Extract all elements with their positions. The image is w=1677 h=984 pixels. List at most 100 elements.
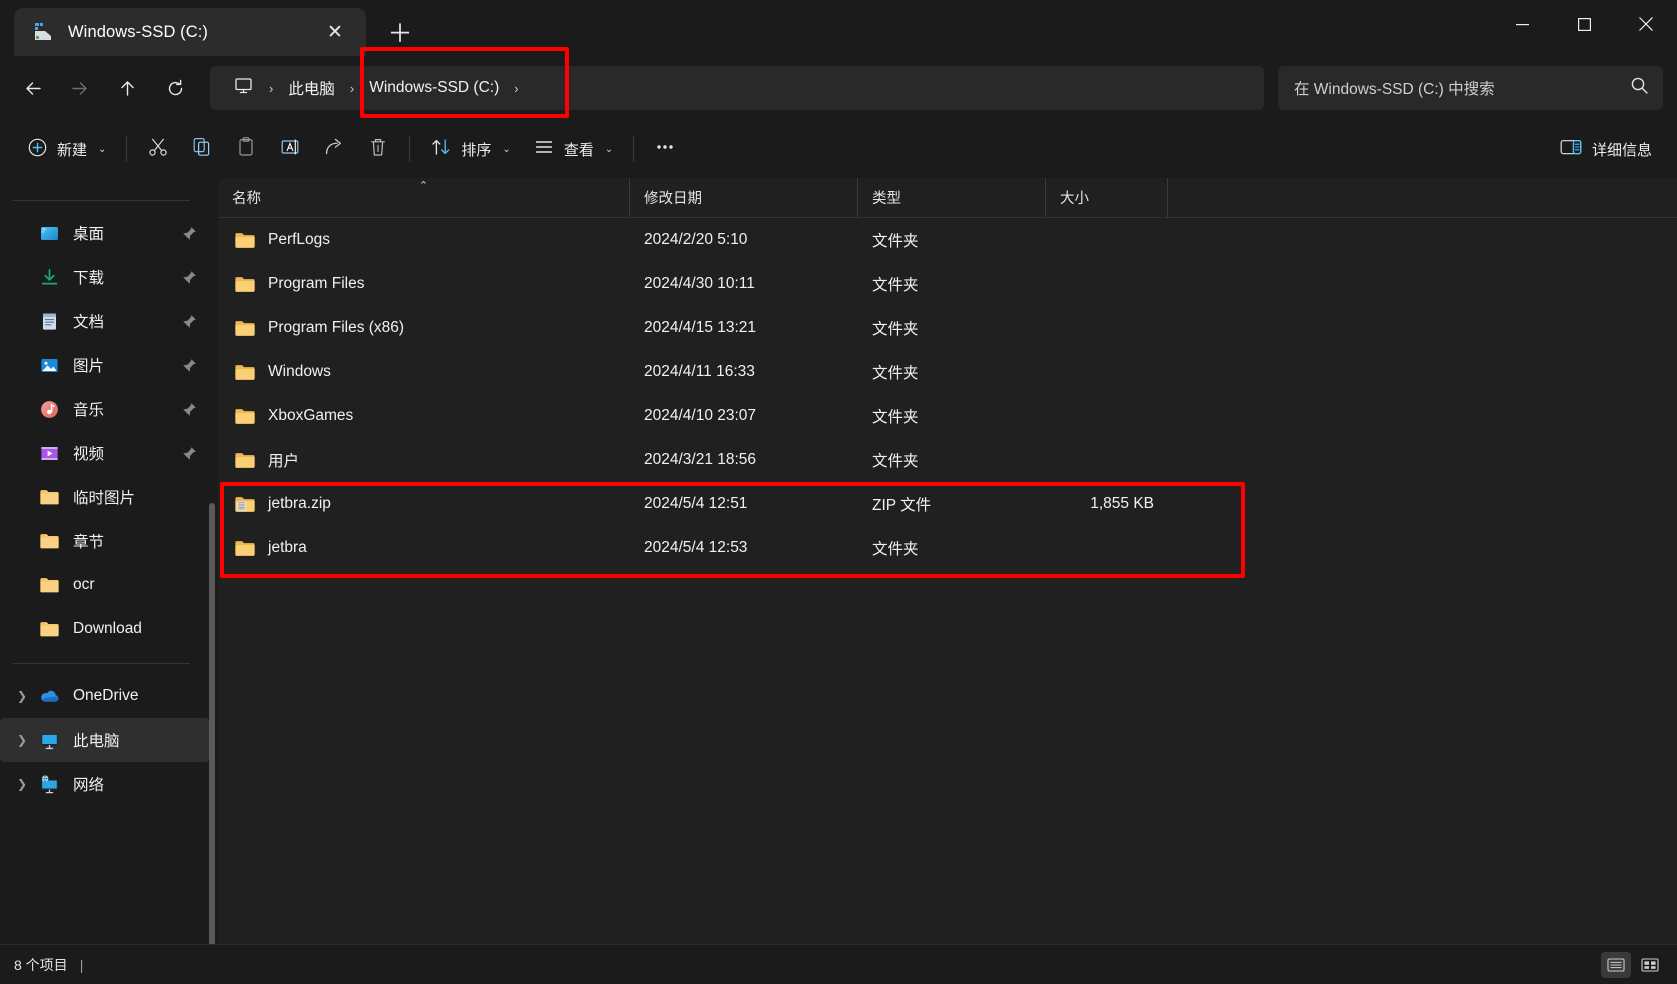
sidebar-item-label: 下载: [73, 270, 105, 287]
sidebar-item-label: 图片: [73, 358, 105, 375]
share-button[interactable]: [312, 129, 356, 169]
chevron-right-icon: ›: [8, 490, 36, 504]
file-name: Program Files: [268, 275, 365, 292]
table-row[interactable]: jetbra 2024/5/4 12:53 文件夹: [218, 526, 1677, 570]
navigation-bar: › 此电脑 › Windows-SSD (C:) › 在 Windows-SSD…: [0, 47, 1677, 120]
title-bar: Windows-SSD (C:) ✕ ＋: [0, 0, 1677, 56]
table-row[interactable]: 用户 2024/3/21 18:56 文件夹: [218, 438, 1677, 482]
column-header-name[interactable]: ⌃ 名称: [218, 177, 630, 218]
large-icons-view-toggle[interactable]: [1635, 952, 1665, 978]
sidebar-item-label: 章节: [73, 534, 105, 551]
table-row[interactable]: XboxGames 2024/4/10 23:07 文件夹: [218, 394, 1677, 438]
view-icon: [533, 136, 555, 162]
file-size: 1,855 KB: [1090, 495, 1154, 512]
sidebar-item-music[interactable]: › 音乐: [0, 387, 210, 431]
breadcrumb-this-pc[interactable]: 此电脑: [279, 71, 344, 105]
table-row[interactable]: Program Files 2024/4/30 10:11 文件夹: [218, 262, 1677, 306]
column-header-size[interactable]: 大小: [1046, 177, 1168, 218]
sidebar-scrollbar[interactable]: [209, 503, 215, 944]
more-options-button[interactable]: [643, 129, 687, 169]
close-icon[interactable]: ✕: [318, 15, 352, 49]
sidebar-item-label: ocr: [73, 576, 95, 593]
up-button[interactable]: [104, 68, 150, 108]
sidebar-item-network[interactable]: ❯ 网络: [0, 762, 210, 806]
sidebar-item-pictures[interactable]: › 图片: [0, 343, 210, 387]
sidebar-item-desktop[interactable]: › 桌面: [0, 211, 210, 255]
file-name-cell: Windows: [218, 363, 630, 382]
pin-icon[interactable]: [178, 402, 200, 417]
table-row[interactable]: PerfLogs 2024/2/20 5:10 文件夹: [218, 218, 1677, 262]
sidebar-item-temp-pictures[interactable]: › 临时图片: [0, 475, 210, 519]
pin-icon[interactable]: [178, 358, 200, 373]
chevron-right-icon[interactable]: ❯: [8, 689, 36, 703]
chevron-right-icon[interactable]: ❯: [8, 733, 36, 747]
file-type: 文件夹: [872, 233, 919, 250]
paste-button[interactable]: [224, 129, 268, 169]
file-rows: PerfLogs 2024/2/20 5:10 文件夹 Program File…: [218, 218, 1677, 944]
folder-icon: [234, 363, 256, 382]
sidebar-divider-bottom: [12, 663, 190, 664]
refresh-button[interactable]: [152, 68, 198, 108]
new-tab-button[interactable]: ＋: [380, 12, 420, 52]
trash-icon: [367, 136, 389, 162]
file-date: 2024/5/4 12:51: [644, 495, 748, 512]
share-icon: [323, 136, 345, 162]
pin-icon[interactable]: [178, 226, 200, 241]
sidebar-item-chapters[interactable]: › 章节: [0, 519, 210, 563]
pin-icon[interactable]: [178, 314, 200, 329]
back-button[interactable]: [10, 68, 56, 108]
plus-circle-icon: [27, 137, 48, 162]
sidebar-item-documents[interactable]: › 文档: [0, 299, 210, 343]
table-row[interactable]: jetbra.zip 2024/5/4 12:51 ZIP 文件 1,855 K…: [218, 482, 1677, 526]
view-button[interactable]: 查看 ⌄: [522, 129, 624, 169]
cut-button[interactable]: [136, 129, 180, 169]
file-name-cell: 用户: [218, 449, 630, 471]
address-bar[interactable]: › 此电脑 › Windows-SSD (C:) ›: [210, 47, 1264, 118]
minimize-button[interactable]: [1491, 0, 1553, 48]
details-view-toggle[interactable]: [1601, 951, 1631, 978]
sidebar-item-download[interactable]: › Download: [0, 607, 210, 651]
pin-icon[interactable]: [178, 270, 200, 285]
ellipsis-icon: [654, 136, 676, 162]
column-header-type[interactable]: 类型: [858, 177, 1046, 218]
search-box[interactable]: 在 Windows-SSD (C:) 中搜索: [1278, 66, 1663, 110]
details-pane-button[interactable]: 详细信息: [1548, 129, 1663, 169]
sidebar-item-downloads[interactable]: › 下载: [0, 255, 210, 299]
this-pc-icon: [36, 728, 62, 752]
file-name-cell: PerfLogs: [218, 231, 630, 250]
tab-windows-ssd[interactable]: Windows-SSD (C:) ✕: [14, 8, 366, 56]
file-name-cell: jetbra.zip: [218, 495, 630, 514]
file-date: 2024/2/20 5:10: [644, 231, 748, 248]
rename-icon: [279, 136, 301, 162]
sidebar-item-label: OneDrive: [73, 687, 139, 704]
copy-button[interactable]: [180, 129, 224, 169]
folder-icon: [36, 573, 62, 597]
forward-button[interactable]: [56, 68, 102, 108]
rename-button[interactable]: [268, 129, 312, 169]
sidebar-item-label: 网络: [73, 777, 105, 794]
column-header-date[interactable]: 修改日期: [630, 177, 858, 218]
copy-icon: [191, 136, 213, 162]
pin-icon[interactable]: [178, 446, 200, 461]
table-row[interactable]: Windows 2024/4/11 16:33 文件夹: [218, 350, 1677, 394]
close-window-button[interactable]: [1615, 0, 1677, 48]
file-date: 2024/4/11 16:33: [644, 363, 755, 380]
sidebar-item-this-pc[interactable]: ❯ 此电脑: [0, 718, 210, 762]
delete-button[interactable]: [356, 129, 400, 169]
table-row[interactable]: Program Files (x86) 2024/4/15 13:21 文件夹: [218, 306, 1677, 350]
chevron-right-icon[interactable]: ❯: [8, 777, 36, 791]
sidebar-item-label: Download: [73, 620, 142, 637]
search-icon[interactable]: [1630, 76, 1649, 100]
breadcrumb-root[interactable]: [224, 71, 263, 105]
maximize-button[interactable]: [1553, 0, 1615, 48]
view-button-label: 查看: [563, 141, 594, 159]
sort-button[interactable]: 排序 ⌄: [419, 129, 521, 169]
folder-icon: [234, 319, 256, 338]
breadcrumb-windows-ssd[interactable]: Windows-SSD (C:): [360, 47, 570, 118]
search-input[interactable]: 在 Windows-SSD (C:) 中搜索: [1294, 77, 1630, 99]
chevron-right-icon: ›: [8, 534, 36, 548]
sidebar-item-onedrive[interactable]: ❯ OneDrive: [0, 674, 210, 718]
new-button[interactable]: 新建 ⌄: [16, 129, 117, 169]
sidebar-item-ocr[interactable]: › ocr: [0, 563, 210, 607]
sidebar-item-videos[interactable]: › 视频: [0, 431, 210, 475]
